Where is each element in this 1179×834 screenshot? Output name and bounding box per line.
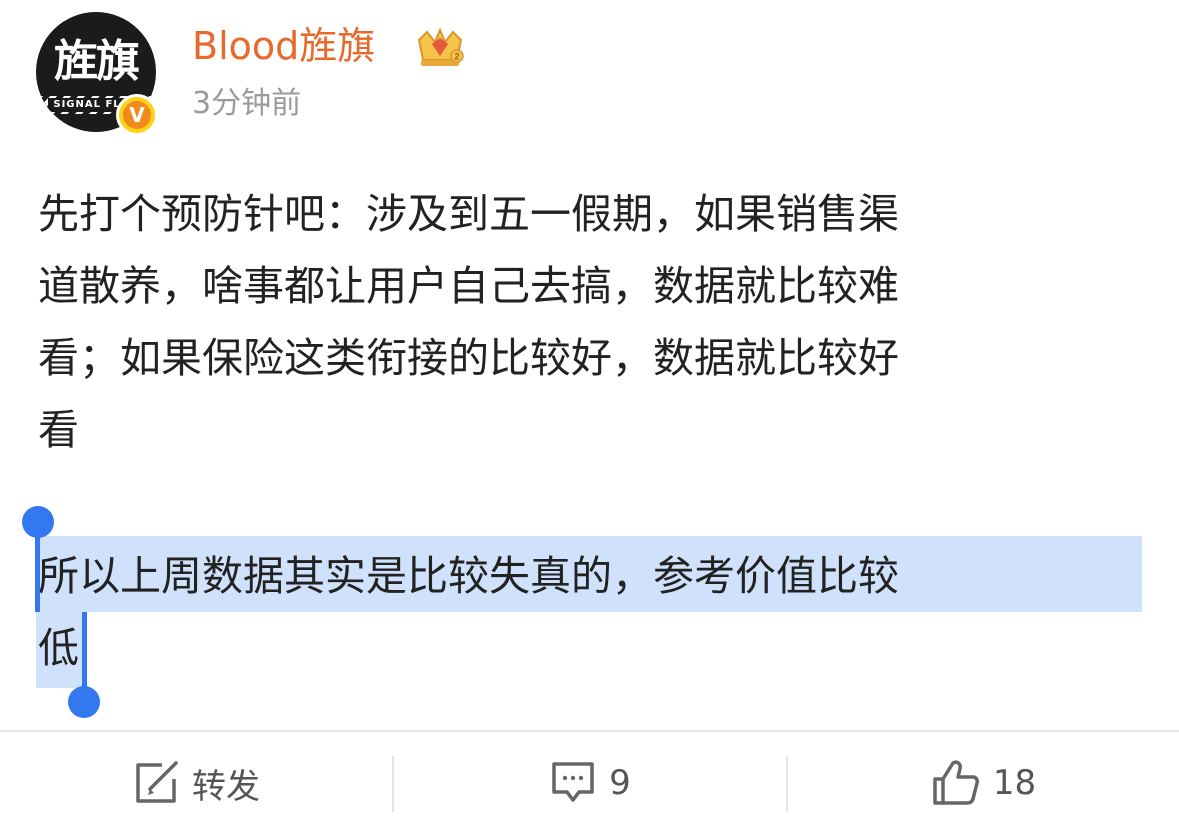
action-bar: 转发 9 18 [0,730,1179,834]
username[interactable]: Blood旌旗 [192,22,375,70]
post-line: 看 [38,406,79,454]
selection-start-handle[interactable] [22,506,54,538]
comment-count: 9 [609,763,631,803]
selected-line: 低 [38,624,79,672]
comment-icon [552,762,594,802]
post-line: 先打个预防针吧：涉及到五一假期，如果销售渠 [38,190,899,238]
post-content: 先打个预防针吧：涉及到五一假期，如果销售渠 道散养，啥事都让用户自己去搞，数据就… [38,178,1128,466]
repost-button[interactable]: 转发 [0,732,392,834]
selected-paragraph[interactable]: 所以上周数据其实是比较失真的，参考价值比较 低 [36,540,1142,684]
thumbs-up-icon [933,760,979,805]
svg-text:2: 2 [454,52,459,62]
crown-badge-icon: 2 [417,27,464,66]
avatar-logo-text: 旌旗 [54,36,140,87]
post-timestamp: 3分钟前 [192,86,302,121]
like-button[interactable]: 18 [788,732,1179,834]
post-line: 道散养，啥事都让用户自己去搞，数据就比较难 [38,262,899,310]
selected-line: 所以上周数据其实是比较失真的，参考价值比较 [38,552,899,600]
repost-label: 转发 [192,766,260,807]
post-line: 看；如果保险这类衔接的比较好，数据就比较好 [38,334,899,382]
verified-badge-letter: V [123,101,151,129]
weibo-post: 旌旗 SIGNAL FLAG V Blood旌旗 2 3分钟前 先打个预防针吧：… [0,0,1179,834]
verified-badge-icon: V [116,94,158,136]
comment-button[interactable]: 9 [394,732,786,834]
selection-end-handle[interactable] [68,686,100,718]
repost-icon [136,761,178,803]
like-count: 18 [992,763,1037,803]
